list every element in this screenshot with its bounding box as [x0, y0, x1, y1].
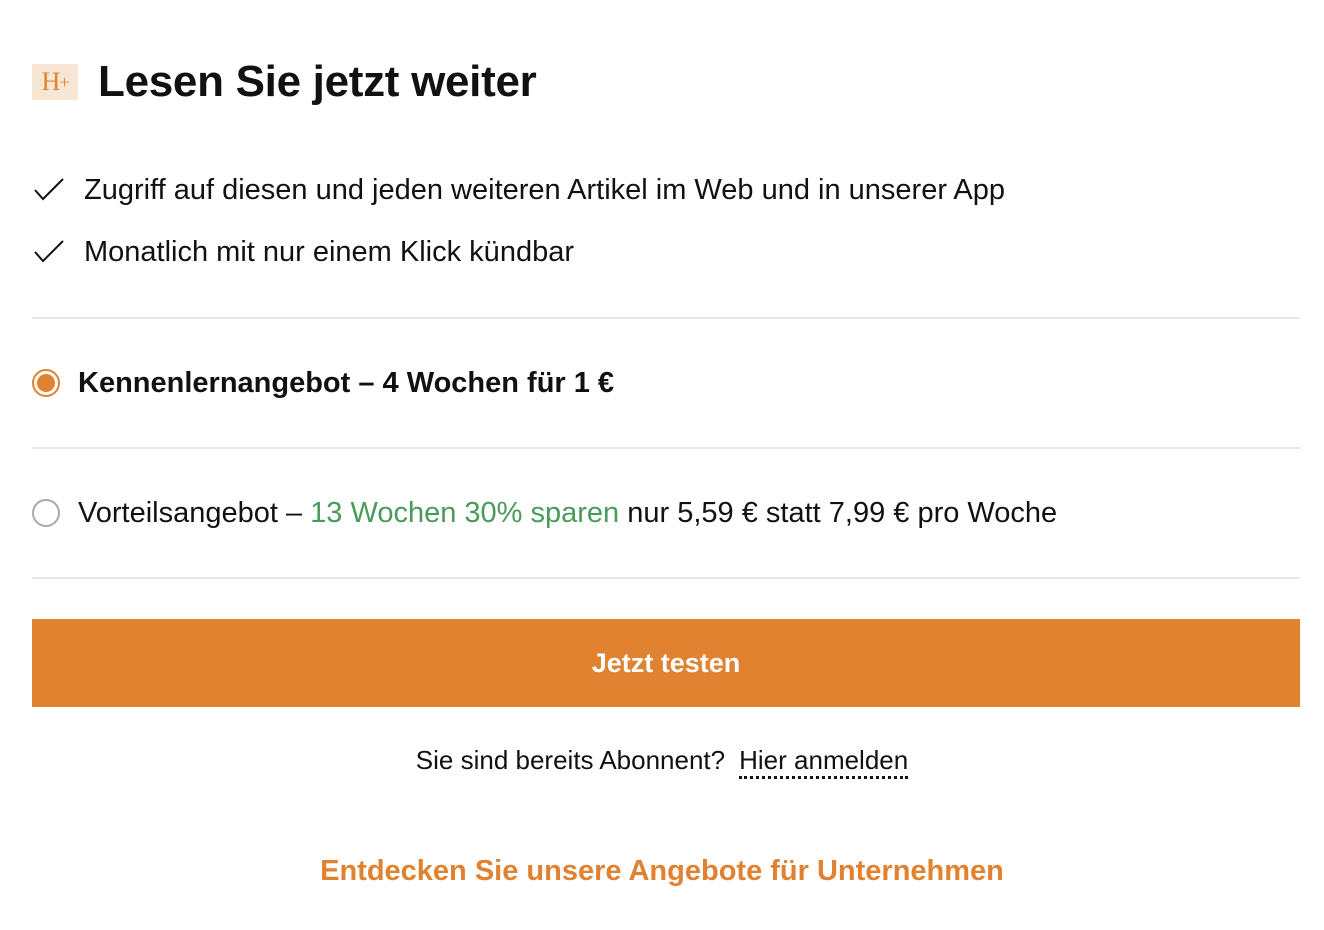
login-question: Sie sind bereits Abonnent?: [415, 745, 726, 775]
benefit-list: Zugriff auf diesen und jeden weiteren Ar…: [32, 168, 1005, 292]
business-offers-link[interactable]: Entdecken Sie unsere Angebote für Untern…: [0, 855, 1324, 888]
radio-unselected-icon[interactable]: [32, 499, 60, 527]
page-title: Lesen Sie jetzt weiter: [98, 57, 537, 106]
benefit-item: Zugriff auf diesen und jeden weiteren Ar…: [32, 168, 1005, 212]
logo-plus: +: [59, 72, 69, 92]
login-link[interactable]: Hier anmelden: [739, 745, 909, 779]
benefit-text: Monatlich mit nur einem Klick kündbar: [84, 235, 574, 268]
try-now-button[interactable]: Jetzt testen: [32, 619, 1300, 707]
check-icon: [34, 240, 64, 263]
offer-label: Kennenlernangebot – 4 Wochen für 1 €: [78, 366, 615, 399]
offer-label: Vorteilsangebot – 13 Wochen 30% sparen n…: [78, 497, 1057, 530]
divider: [32, 447, 1300, 449]
plus-logo: H+: [32, 64, 78, 100]
paywall-header: H+ Lesen Sie jetzt weiter: [32, 52, 537, 112]
benefit-text: Zugriff auf diesen und jeden weiteren Ar…: [84, 173, 1006, 206]
logo-letter: H: [41, 67, 61, 96]
offer-label-suffix: nur 5,59 € statt 7,99 € pro Woche: [619, 496, 1058, 529]
plus-logo-text: H+: [41, 67, 70, 96]
offer-option-trial[interactable]: Kennenlernangebot – 4 Wochen für 1 €: [32, 353, 1300, 413]
radio-dot: [37, 374, 55, 392]
offer-label-prefix: Vorteilsangebot –: [78, 496, 311, 529]
offer-option-advantage[interactable]: Vorteilsangebot – 13 Wochen 30% sparen n…: [32, 483, 1300, 543]
radio-selected-icon[interactable]: [32, 369, 60, 397]
login-prompt: Sie sind bereits Abonnent? Hier anmelden: [0, 745, 1324, 779]
offer-savings-highlight: 13 Wochen 30% sparen: [310, 496, 620, 529]
paywall-page: H+ Lesen Sie jetzt weiter Zugriff auf di…: [0, 0, 1324, 930]
check-icon: [34, 178, 64, 201]
divider: [32, 317, 1300, 319]
benefit-item: Monatlich mit nur einem Klick kündbar: [32, 230, 1005, 274]
divider: [32, 577, 1300, 579]
